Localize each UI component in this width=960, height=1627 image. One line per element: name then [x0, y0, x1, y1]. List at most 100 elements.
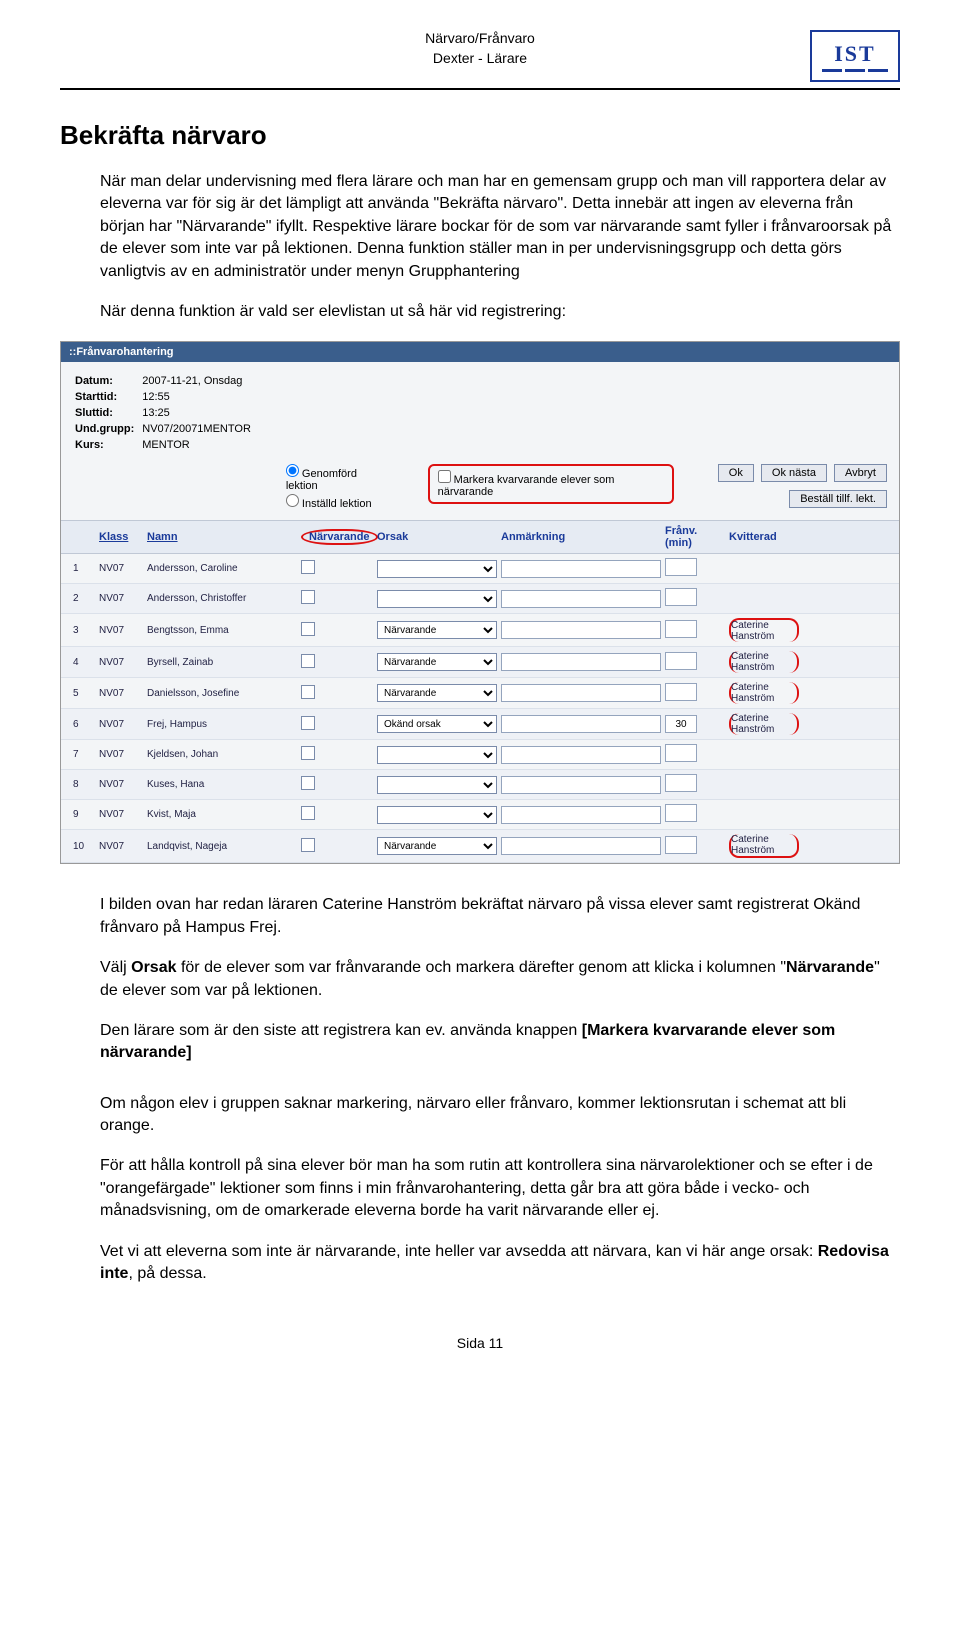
confirmed-by: Caterine Hanström	[729, 682, 799, 704]
meta-end-value: 13:25	[142, 406, 257, 420]
note-input[interactable]	[501, 806, 661, 824]
row-klass: NV07	[99, 688, 143, 699]
order-temp-lesson-button[interactable]: Beställ tillf. lekt.	[789, 490, 887, 508]
check-mark-remaining[interactable]: Markera kvarvarande elever som närvarand…	[438, 474, 615, 498]
table-row: 7NV07Kjeldsen, Johan	[61, 740, 899, 770]
present-checkbox[interactable]	[301, 622, 315, 636]
table-row: 4NV07Byrsell, ZainabNärvarandeCaterine H…	[61, 647, 899, 678]
para-after-image-3: Den lärare som är den siste att registre…	[100, 1020, 900, 1065]
table-row: 9NV07Kvist, Maja	[61, 800, 899, 830]
para-after-image-4: Om någon elev i gruppen saknar markering…	[100, 1093, 900, 1138]
intro-para-2: När denna funktion är vald ser elevlista…	[100, 301, 900, 323]
present-checkbox[interactable]	[301, 685, 315, 699]
col-namn[interactable]: Namn	[147, 531, 297, 543]
reason-select[interactable]	[377, 746, 497, 764]
col-kvitterad: Kvitterad	[729, 531, 799, 543]
table-row: 3NV07Bengtsson, EmmaNärvarandeCaterine H…	[61, 614, 899, 647]
table-row: 8NV07Kuses, Hana	[61, 770, 899, 800]
col-klass[interactable]: Klass	[99, 531, 143, 543]
note-input[interactable]	[501, 560, 661, 578]
row-index: 7	[73, 749, 95, 760]
meta-course-label: Kurs:	[75, 438, 140, 452]
minutes-value	[665, 683, 697, 701]
radio-cancelled-lesson[interactable]: Inställd lektion	[286, 494, 388, 510]
check-mark-remaining-highlight: Markera kvarvarande elever som närvarand…	[428, 464, 674, 504]
note-input[interactable]	[501, 653, 661, 671]
present-checkbox[interactable]	[301, 560, 315, 574]
radio-completed-lesson[interactable]: Genomförd lektion	[286, 464, 388, 492]
row-klass: NV07	[99, 625, 143, 636]
meta-start-label: Starttid:	[75, 390, 140, 404]
note-input[interactable]	[501, 621, 661, 639]
row-namn: Frej, Hampus	[147, 719, 297, 730]
row-namn: Landqvist, Nageja	[147, 841, 297, 852]
minutes-value	[665, 588, 697, 606]
col-orsak: Orsak	[377, 531, 497, 543]
page-footer: Sida 11	[60, 1335, 900, 1351]
app-titlebar: ::Frånvarohantering	[61, 342, 899, 362]
note-input[interactable]	[501, 715, 661, 733]
reason-select[interactable]: Närvarande	[377, 653, 497, 671]
ok-next-button[interactable]: Ok nästa	[761, 464, 827, 482]
row-namn: Bengtsson, Emma	[147, 625, 297, 636]
minutes-value	[665, 652, 697, 670]
minutes-value: 30	[665, 715, 697, 733]
row-klass: NV07	[99, 593, 143, 604]
present-checkbox[interactable]	[301, 716, 315, 730]
row-klass: NV07	[99, 749, 143, 760]
para-after-image-2: Välj Orsak för de elever som var frånvar…	[100, 957, 900, 1002]
reason-select[interactable]: Okänd orsak	[377, 715, 497, 733]
meta-end-label: Sluttid:	[75, 406, 140, 420]
minutes-value	[665, 620, 697, 638]
note-input[interactable]	[501, 837, 661, 855]
reason-select[interactable]: Närvarande	[377, 621, 497, 639]
meta-course-value: MENTOR	[142, 438, 257, 452]
reason-select[interactable]: Närvarande	[377, 837, 497, 855]
table-row: 6NV07Frej, HampusOkänd orsak30Caterine H…	[61, 709, 899, 740]
row-index: 9	[73, 809, 95, 820]
row-namn: Kuses, Hana	[147, 779, 297, 790]
note-input[interactable]	[501, 590, 661, 608]
present-checkbox[interactable]	[301, 806, 315, 820]
page-header: Närvaro/Frånvaro Dexter - Lärare IST	[60, 30, 900, 90]
header-line2: Dexter - Lärare	[150, 50, 810, 66]
cancel-button[interactable]: Avbryt	[834, 464, 887, 482]
reason-select[interactable]: Närvarande	[377, 684, 497, 702]
radio-cancelled-label: Inställd lektion	[302, 498, 372, 510]
intro-para-1: När man delar undervisning med flera lär…	[100, 171, 900, 283]
table-row: 10NV07Landqvist, NagejaNärvarandeCaterin…	[61, 830, 899, 863]
confirmed-by: Caterine Hanström	[729, 651, 799, 673]
note-input[interactable]	[501, 746, 661, 764]
meta-group-value: NV07/20071MENTOR	[142, 422, 257, 436]
row-namn: Andersson, Caroline	[147, 563, 297, 574]
meta-date-label: Datum:	[75, 374, 140, 388]
col-franv-min: Frånv. (min)	[665, 525, 725, 549]
reason-select[interactable]	[377, 806, 497, 824]
note-input[interactable]	[501, 684, 661, 702]
ok-button[interactable]: Ok	[718, 464, 754, 482]
row-index: 3	[73, 625, 95, 636]
row-index: 6	[73, 719, 95, 730]
row-namn: Danielsson, Josefine	[147, 688, 297, 699]
row-index: 5	[73, 688, 95, 699]
col-narvarande[interactable]: Närvarande	[301, 529, 378, 545]
present-checkbox[interactable]	[301, 838, 315, 852]
present-checkbox[interactable]	[301, 776, 315, 790]
table-row: 5 NV07 Danielsson, Josefine Närvarande Cater…	[61, 678, 899, 709]
present-checkbox[interactable]	[301, 590, 315, 604]
meta-start-value: 12:55	[142, 390, 257, 404]
minutes-value	[665, 804, 697, 822]
note-input[interactable]	[501, 776, 661, 794]
reason-select[interactable]	[377, 560, 497, 578]
app-screenshot: ::Frånvarohantering Datum:2007-11-21, On…	[60, 341, 900, 864]
row-index: 2	[73, 593, 95, 604]
reason-select[interactable]	[377, 590, 497, 608]
para-after-image-5: För att hålla kontroll på sina elever bö…	[100, 1155, 900, 1222]
reason-select[interactable]	[377, 776, 497, 794]
present-checkbox[interactable]	[301, 654, 315, 668]
minutes-value	[665, 836, 697, 854]
present-checkbox[interactable]	[301, 746, 315, 760]
row-index: 1	[73, 563, 95, 574]
row-index: 4	[73, 657, 95, 668]
row-klass: NV07	[99, 657, 143, 668]
